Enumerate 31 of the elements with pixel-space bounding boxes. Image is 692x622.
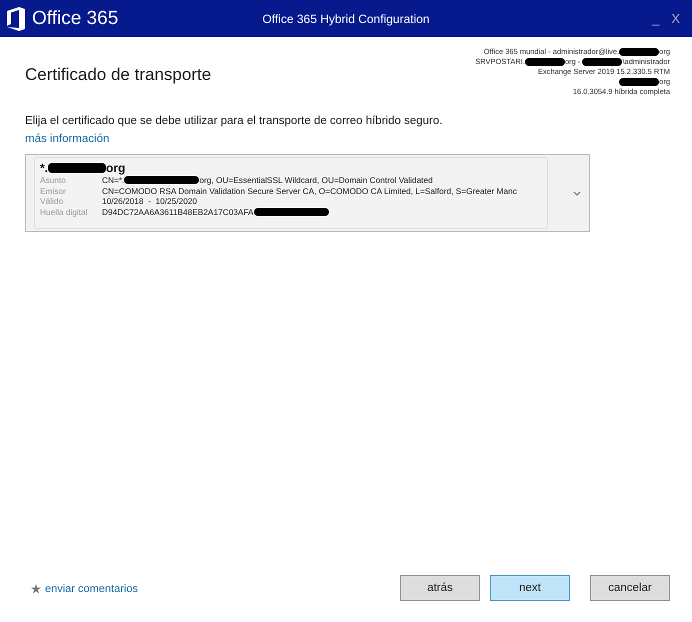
close-button[interactable]: X <box>667 11 684 26</box>
redaction-mark <box>582 58 622 66</box>
detail-text: CN=*. <box>102 175 124 186</box>
more-info-link[interactable]: más información <box>25 133 110 145</box>
detail-text: org <box>106 161 126 175</box>
star-icon <box>31 584 41 594</box>
office-logo-icon <box>6 6 26 30</box>
window-title: Office 365 Hybrid Configuration <box>262 12 430 26</box>
wizard-button[interactable]: atrás <box>400 575 480 601</box>
redaction-mark <box>619 78 660 86</box>
minimize-button[interactable]: _ <box>648 11 664 26</box>
chevron-down-icon <box>573 190 581 196</box>
field-label: Huella digital <box>40 206 89 217</box>
certificate-dropdown[interactable] <box>25 154 590 232</box>
redaction-mark <box>524 58 565 66</box>
detail-text: D94DC72AA6A3611B48EB2A17C03AFA <box>102 206 254 217</box>
feedback-link[interactable]: enviar comentarios <box>45 583 138 595</box>
detail-text: CN=COMODO RSA Domain Validation Secure Server CA, O=COMODO CA Limited, L=Salford, S=Greater Manc <box>102 186 517 196</box>
field-label: Asunto <box>40 175 67 186</box>
wizard-button[interactable]: next <box>490 575 570 601</box>
redaction-mark <box>619 48 660 56</box>
detail-text: org, OU=EssentialSSL Wildcard, OU=Domain Control Validated <box>199 175 433 186</box>
app-logo-text: Office 365 <box>32 8 118 30</box>
page-heading: Certificado de transporte <box>25 65 212 85</box>
redaction-mark <box>48 163 106 173</box>
detail-text: *. <box>40 161 48 175</box>
detail-text: 10/26/2018 - 10/25/2020 <box>102 196 198 206</box>
field-label: Válido <box>40 196 64 206</box>
wizard-button[interactable]: cancelar <box>590 575 670 601</box>
field-label: Emisor <box>40 186 67 196</box>
instruction-text: Elija el certificado que se debe utilizar para el transporte de correo híbrido seguro. <box>25 115 444 127</box>
